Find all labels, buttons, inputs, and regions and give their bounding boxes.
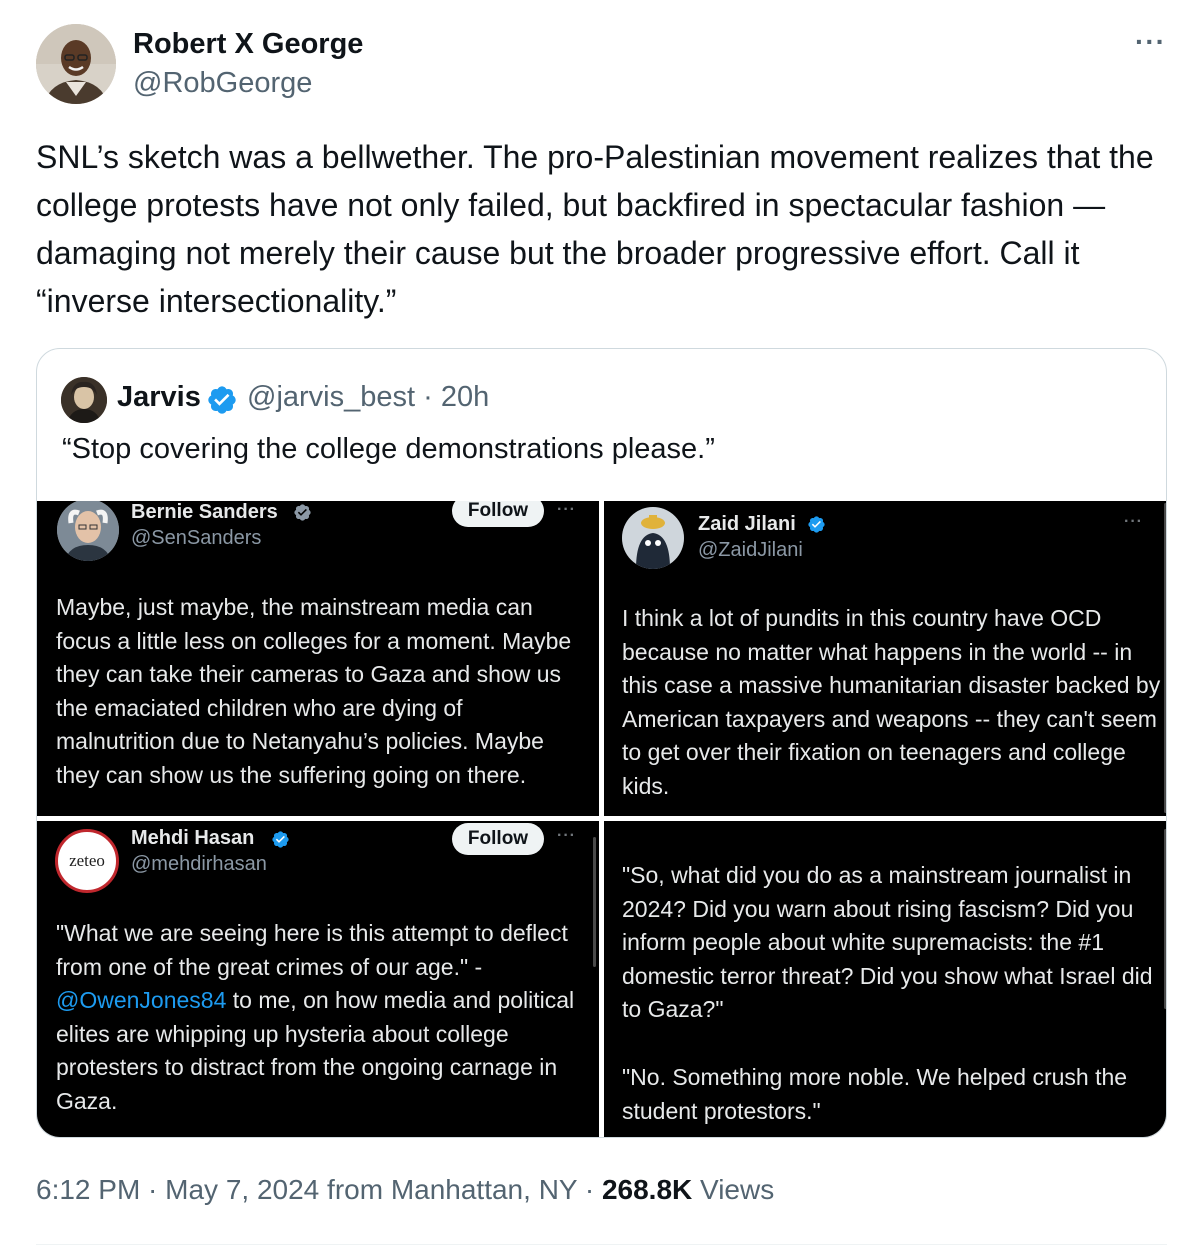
media-zaid-jilani-post[interactable]: Zaid Jilani @ZaidJilani ··· I think a lo… xyxy=(604,501,1166,816)
mehdi-name: Mehdi Hasan xyxy=(131,827,255,849)
zeteo-logo-text: zeteo xyxy=(69,851,105,870)
zeteo-avatar: zeteo xyxy=(55,829,119,893)
author-name[interactable]: Robert X George xyxy=(133,28,363,61)
scrollbar[interactable] xyxy=(1164,503,1166,813)
zaid-handle: @ZaidJilani xyxy=(698,539,803,561)
divider xyxy=(36,1244,1167,1245)
tweet-meta: 6:12 PM · May 7, 2024 from Manhattan, NY… xyxy=(36,1174,774,1206)
verified-badge-icon xyxy=(208,386,236,414)
media-mehdi-hasan-post[interactable]: zeteo Mehdi Hasan @mehdirhasan Follow ··… xyxy=(37,821,599,1137)
more-options-icon[interactable]: ··· xyxy=(557,501,576,519)
follow-button[interactable]: Follow xyxy=(452,501,544,527)
bernie-name: Bernie Sanders xyxy=(131,501,278,523)
quoted-tweet-header: Jarvis @jarvis_best · 20h xyxy=(61,377,1141,423)
scrollbar[interactable] xyxy=(593,837,596,967)
quoted-media-grid[interactable]: Bernie Sanders @SenSanders Follow ··· Ma… xyxy=(37,501,1166,1137)
more-options-icon[interactable]: ··· xyxy=(1135,26,1166,58)
journalist-post-para2: "No. Something more noble. We helped cru… xyxy=(622,1064,1128,1124)
journalist-post-para1: "So, what did you do as a mainstream jou… xyxy=(622,862,1153,1023)
views-count: 268.8K xyxy=(601,1174,693,1205)
more-options-icon[interactable]: ··· xyxy=(557,827,576,845)
more-options-icon[interactable]: ··· xyxy=(1124,513,1143,531)
mehdi-post-text: "What we are seeing here is this attempt… xyxy=(56,917,584,1119)
scrollbar[interactable] xyxy=(1164,829,1166,1009)
bernie-handle: @SenSanders xyxy=(131,527,262,549)
bernie-avatar xyxy=(57,501,119,561)
media-journalist-post[interactable]: "So, what did you do as a mainstream jou… xyxy=(604,821,1166,1137)
verified-badge-icon xyxy=(272,831,289,848)
quoted-tweet[interactable]: Jarvis @jarvis_best · 20h “Stop covering… xyxy=(36,348,1167,1138)
verified-badge-icon xyxy=(808,516,825,533)
media-bernie-sanders-post[interactable]: Bernie Sanders @SenSanders Follow ··· Ma… xyxy=(37,501,599,816)
quoted-author-name[interactable]: Jarvis xyxy=(117,381,201,414)
bernie-post-text: Maybe, just maybe, the mainstream media … xyxy=(56,594,572,788)
mehdi-handle: @mehdirhasan xyxy=(131,853,267,875)
tweet-timestamp-location[interactable]: 6:12 PM · May 7, 2024 from Manhattan, NY… xyxy=(36,1174,602,1205)
author-handle[interactable]: @RobGeorge xyxy=(133,67,312,100)
quoted-author-handle-time[interactable]: @jarvis_best · 20h xyxy=(247,381,489,414)
mehdi-post-text-start: "What we are seeing here is this attempt… xyxy=(56,920,568,980)
tweet-page: Robert X George @RobGeorge ··· SNL’s ske… xyxy=(0,0,1200,1248)
zaid-name: Zaid Jilani xyxy=(698,513,796,535)
tweet-header: Robert X George @RobGeorge ··· xyxy=(36,24,1166,104)
owenjones-mention-link[interactable]: @OwenJones84 xyxy=(56,987,226,1013)
tweet-text: SNL’s sketch was a bellwether. The pro-P… xyxy=(36,139,1154,319)
zaid-avatar xyxy=(622,507,684,569)
quoted-tweet-text: “Stop covering the college demonstration… xyxy=(62,433,715,465)
views-label: Views xyxy=(692,1174,775,1205)
verified-badge-icon xyxy=(294,504,311,521)
zaid-post-text: I think a lot of pundits in this country… xyxy=(622,605,1161,799)
author-avatar[interactable] xyxy=(36,24,116,104)
quoted-author-avatar[interactable] xyxy=(61,377,107,423)
follow-button[interactable]: Follow xyxy=(452,823,544,855)
